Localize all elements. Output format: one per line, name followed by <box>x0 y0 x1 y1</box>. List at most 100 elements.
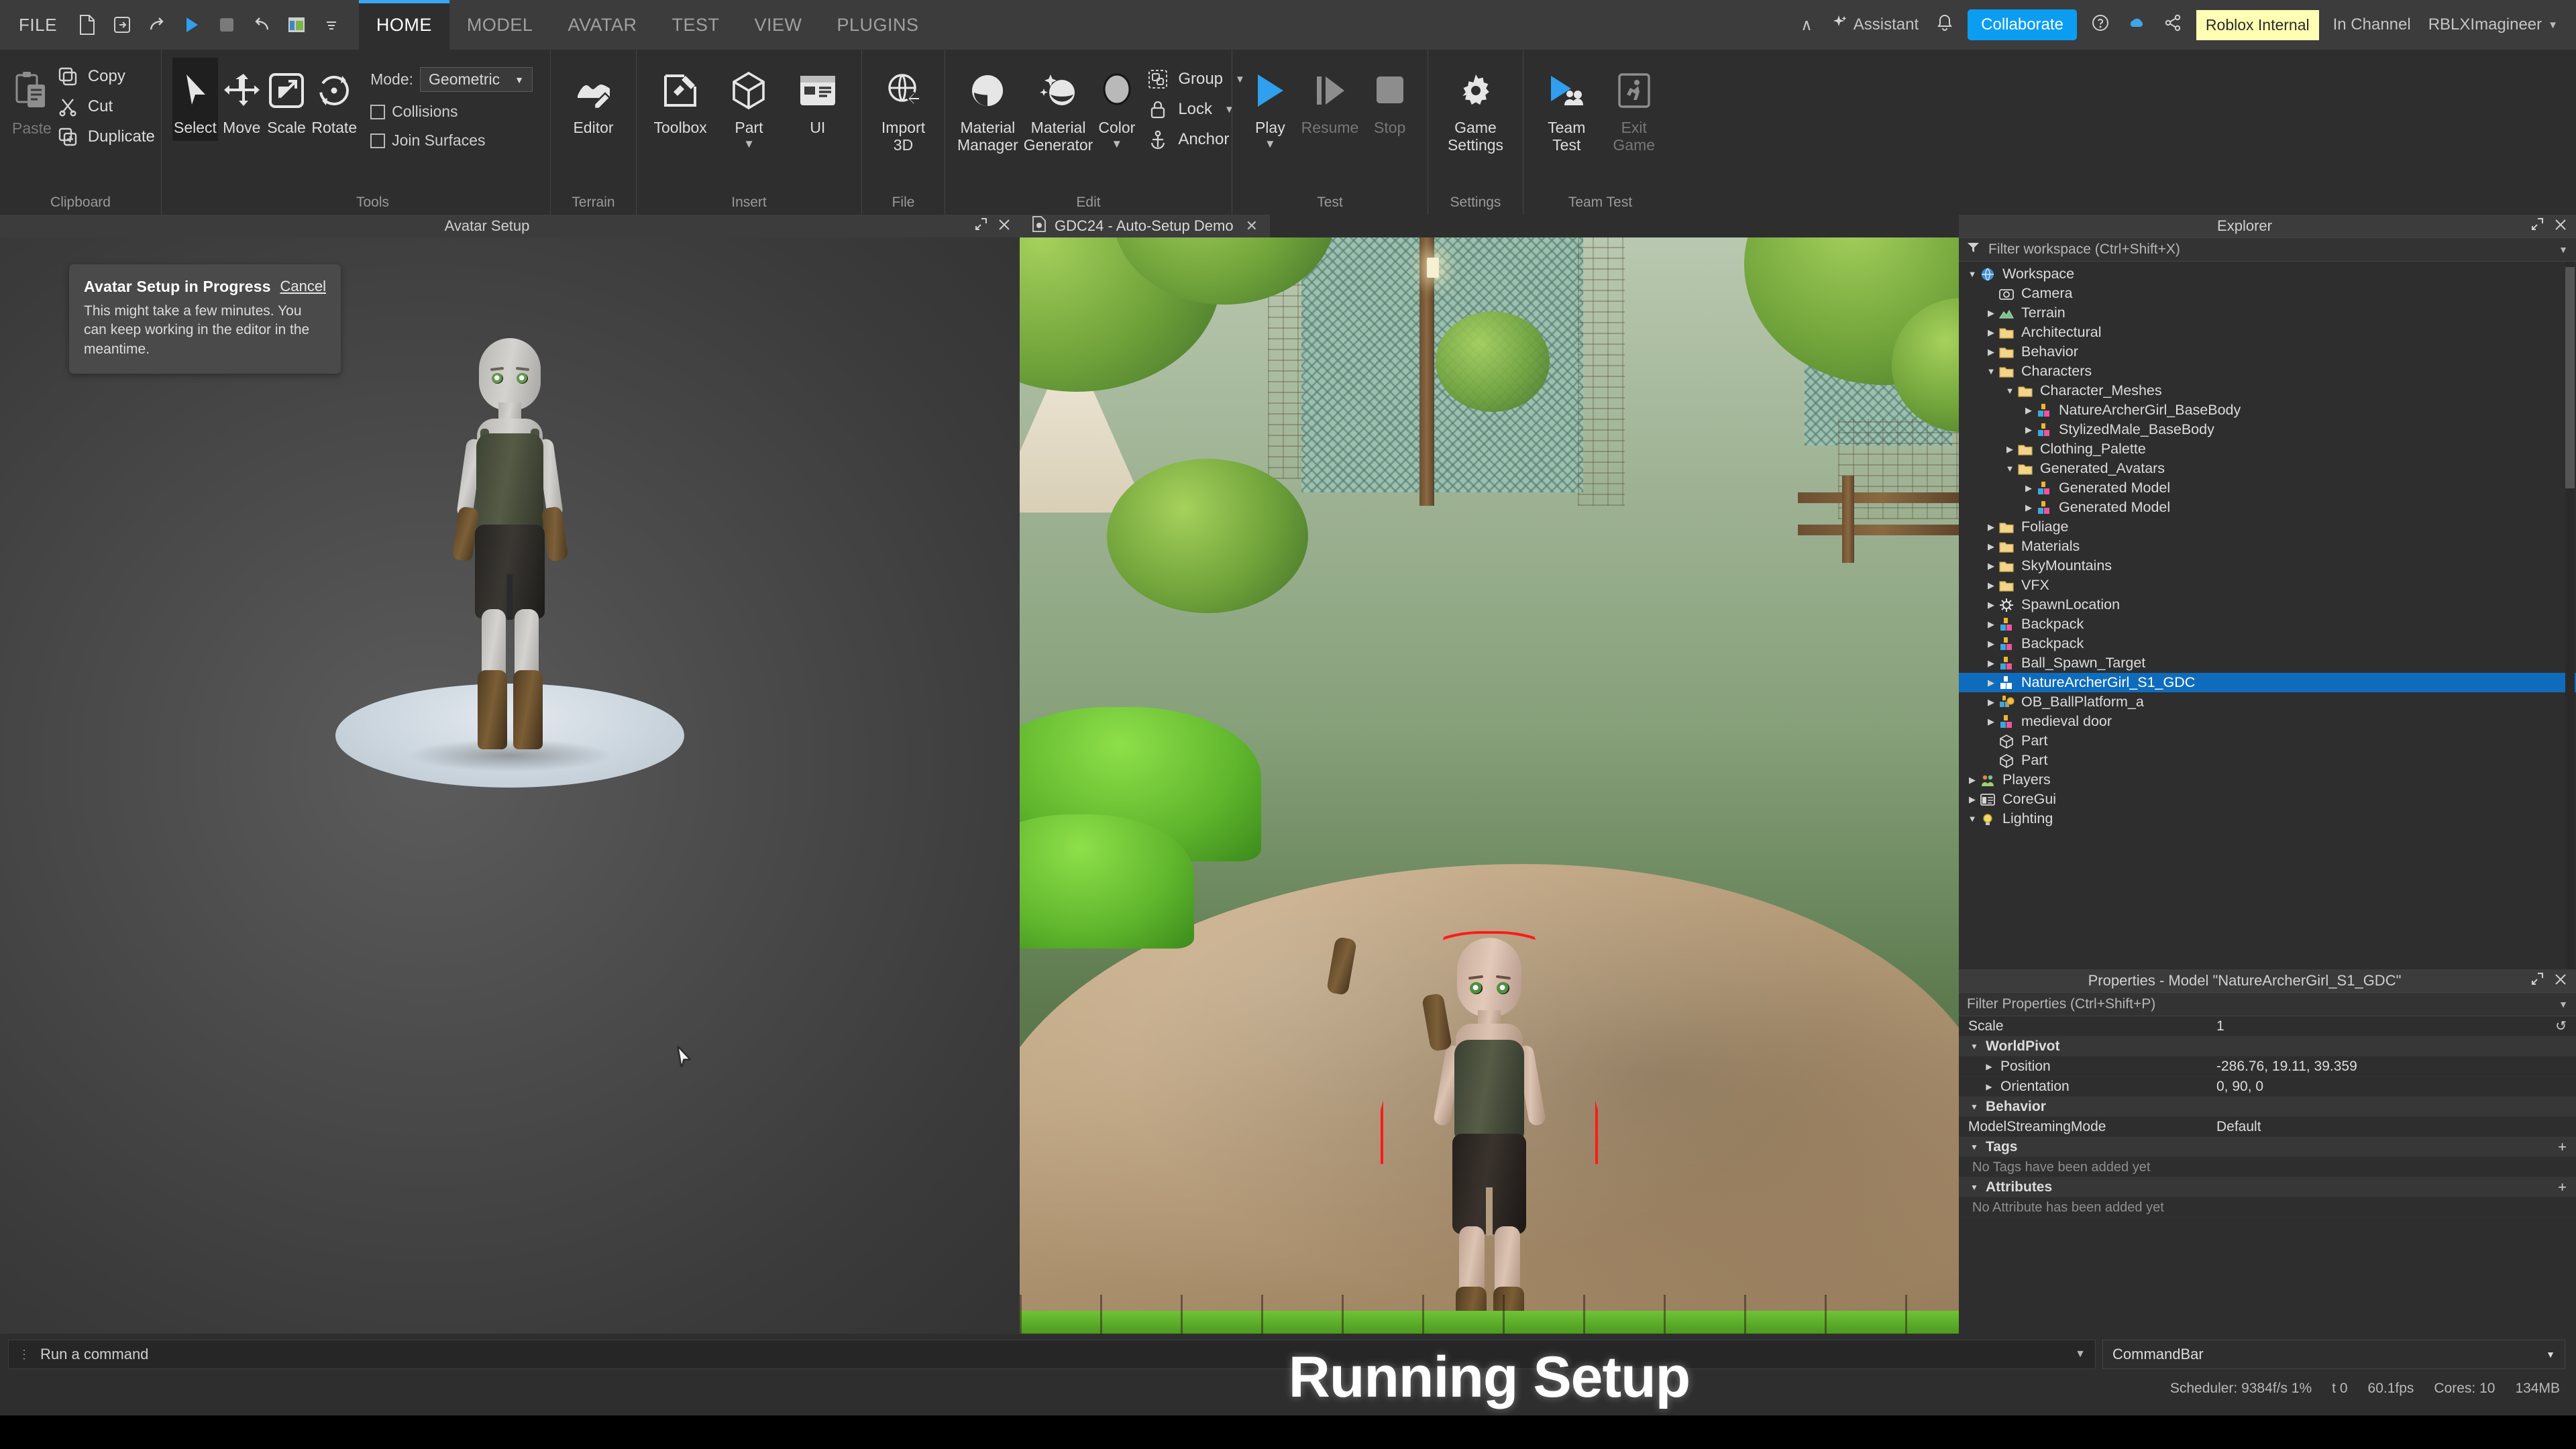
resume-button[interactable]: Resume <box>1300 58 1360 141</box>
explorer-tree-item[interactable]: ▶Part <box>1959 751 2576 770</box>
drag-handle-icon[interactable]: ⋮ <box>18 1348 31 1362</box>
command-bar-context-select[interactable]: CommandBar ▼ <box>2102 1340 2565 1369</box>
explorer-tree-item[interactable]: ▶ CoreGui <box>1959 790 2576 809</box>
chevron-down-icon[interactable]: ▼ <box>743 138 755 150</box>
chevron-right-icon[interactable]: ▶ <box>1984 327 1998 338</box>
close-icon[interactable]: ✕ <box>1246 217 1258 235</box>
group-button[interactable]: Group ▼ <box>1146 67 1245 91</box>
properties-section-row[interactable]: ▼ Tags + <box>1959 1137 2576 1157</box>
material-generator-button[interactable]: Material Generator <box>1022 58 1095 158</box>
popout-icon[interactable] <box>974 217 987 235</box>
explorer-tree-item[interactable]: ▶ SkyMountains <box>1959 556 2576 576</box>
play-button[interactable]: Play ▼ <box>1243 58 1297 154</box>
chevron-right-icon[interactable]: ▶ <box>1984 522 1998 533</box>
rotate-tool-button[interactable]: Rotate <box>310 58 358 141</box>
chevron-down-icon[interactable]: ▼ <box>1966 814 1979 824</box>
collapse-ribbon-button[interactable]: ∧ <box>1792 15 1821 35</box>
lock-button[interactable]: Lock ▼ <box>1146 97 1245 121</box>
copy-button[interactable]: Copy <box>56 64 155 89</box>
explorer-tree-item[interactable]: ▶Camera <box>1959 284 2576 303</box>
properties-filter-input[interactable]: Filter Properties (Ctrl+Shift+P) <box>1967 996 2552 1012</box>
duplicate-button[interactable]: Duplicate <box>56 125 155 149</box>
chevron-right-icon[interactable]: ▶ <box>1984 716 1998 727</box>
chevron-right-icon[interactable]: ▶ <box>1966 775 1979 786</box>
explorer-tree-item[interactable]: ▶ VFX <box>1959 576 2576 595</box>
chevron-right-icon[interactable]: ▶ <box>1983 1082 1995 1091</box>
cut-button[interactable]: Cut <box>56 95 155 119</box>
cloud-button[interactable] <box>2118 14 2155 36</box>
ui-button[interactable]: UI <box>785 58 851 141</box>
chevron-right-icon[interactable]: ▶ <box>2022 502 2035 513</box>
chevron-right-icon[interactable]: ▶ <box>1984 678 1998 688</box>
explorer-tree-item[interactable]: ▶ Materials <box>1959 537 2576 556</box>
anchor-button[interactable]: Anchor <box>1146 127 1245 152</box>
properties-row-value[interactable]: -286.76, 19.11, 39.359 <box>2208 1059 2576 1075</box>
command-bar-input[interactable]: ⋮ Run a command ▼ <box>8 1340 2096 1369</box>
explorer-scrollbar-thumb[interactable] <box>2565 267 2575 488</box>
avatar-preview-viewport[interactable]: Avatar Setup in Progress Cancel This mig… <box>0 237 1020 1334</box>
part-button[interactable]: Part ▼ <box>716 58 782 154</box>
explorer-tree-item[interactable]: ▼ Lighting <box>1959 809 2576 828</box>
explorer-tree-item[interactable]: ▶ Behavior <box>1959 342 2576 362</box>
file-menu-button[interactable]: FILE <box>0 15 72 36</box>
chevron-right-icon[interactable]: ▶ <box>1983 1062 1995 1071</box>
properties-row[interactable]: ModelStreamingMode Default <box>1959 1117 2576 1137</box>
notifications-button[interactable] <box>1927 13 1962 37</box>
toolbox-button[interactable]: Toolbox <box>647 58 713 141</box>
assistant-button[interactable]: Assistant <box>1821 14 1927 36</box>
export-icon[interactable] <box>107 9 138 40</box>
chevron-down-icon[interactable]: ▼ <box>1968 1142 1980 1152</box>
explorer-tree-item[interactable]: ▶ OB_BallPlatform_a <box>1959 692 2576 712</box>
add-icon[interactable]: + <box>2558 1179 2576 1196</box>
explorer-tree-item[interactable]: ▶ Players <box>1959 770 2576 790</box>
properties-list[interactable]: Scale 1 ↺ ▼ WorldPivot ▶ Position -286.76, 19.1… <box>1959 1016 2576 1334</box>
chevron-right-icon[interactable]: ▶ <box>1984 308 1998 319</box>
properties-filter-bar[interactable]: Filter Properties (Ctrl+Shift+P) ▼ <box>1959 992 2576 1016</box>
explorer-tree-item[interactable]: ▶ SpawnLocation <box>1959 595 2576 614</box>
terrain-editor-button[interactable]: Editor <box>561 58 625 141</box>
close-icon[interactable] <box>2555 217 2567 235</box>
add-icon[interactable]: + <box>2558 1138 2576 1156</box>
studio-window-icon[interactable] <box>281 9 312 40</box>
explorer-tree-item[interactable]: ▼ Characters <box>1959 362 2576 381</box>
explorer-tree-item[interactable]: ▶ Backpack <box>1959 634 2576 653</box>
explorer-tree-item[interactable]: ▶ Generated Model <box>1959 478 2576 498</box>
chevron-right-icon[interactable]: ▶ <box>2003 444 2017 455</box>
explorer-tree-item[interactable]: ▶ Ball_Spawn_Target <box>1959 653 2576 673</box>
explorer-tree-item[interactable]: ▶ NatureArcherGirl_S1_GDC <box>1959 673 2576 692</box>
chevron-right-icon[interactable]: ▶ <box>2022 425 2035 435</box>
properties-row-value[interactable]: 0, 90, 0 <box>2208 1079 2576 1095</box>
explorer-tree-item[interactable]: ▶ medieval door <box>1959 712 2576 731</box>
explorer-tree-item[interactable]: ▶ Generated Model <box>1959 498 2576 517</box>
chevron-down-icon[interactable]: ▼ <box>2559 244 2568 255</box>
chevron-right-icon[interactable]: ▶ <box>1984 600 1998 610</box>
tab-plugins[interactable]: PLUGINS <box>820 0 936 50</box>
stop-button[interactable]: Stop <box>1362 58 1417 141</box>
chevron-right-icon[interactable]: ▶ <box>1984 541 1998 552</box>
setup-cancel-link[interactable]: Cancel <box>280 278 326 295</box>
chevron-down-icon[interactable]: ▼ <box>2003 386 2017 396</box>
chevron-down-icon[interactable]: ▼ <box>1968 1183 1980 1192</box>
explorer-tree-item[interactable]: ▼ Character_Meshes <box>1959 381 2576 400</box>
move-tool-button[interactable]: Move <box>221 58 263 141</box>
properties-row[interactable]: ▶ Position -286.76, 19.11, 39.359 <box>1959 1057 2576 1077</box>
chevron-right-icon[interactable]: ▶ <box>1984 658 1998 669</box>
color-button[interactable]: Color ▼ <box>1097 58 1136 154</box>
chevron-down-icon[interactable]: ▼ <box>1966 269 1979 279</box>
team-test-button[interactable]: Team Test <box>1534 58 1599 158</box>
user-menu-button[interactable]: RBLXImagineer ▼ <box>2420 15 2567 34</box>
explorer-filter-input[interactable]: Filter workspace (Ctrl+Shift+X) <box>1988 241 2552 258</box>
chevron-right-icon[interactable]: ▶ <box>1984 561 1998 572</box>
collaborate-button[interactable]: Collaborate <box>1968 9 2077 40</box>
collisions-checkbox[interactable]: Collisions <box>370 103 533 121</box>
properties-row[interactable]: Scale 1 ↺ <box>1959 1016 2576 1036</box>
explorer-tree-item[interactable]: ▶ Architectural <box>1959 323 2576 342</box>
chevron-right-icon[interactable]: ▶ <box>2022 405 2035 416</box>
viewport-3d-scene[interactable] <box>1020 237 1959 1334</box>
explorer-tree-item[interactable]: ▼ Generated_Avatars <box>1959 459 2576 478</box>
explorer-tree-item[interactable]: ▶ NatureArcherGirl_BaseBody <box>1959 400 2576 420</box>
tab-view[interactable]: VIEW <box>737 0 819 50</box>
properties-section-row[interactable]: ▼ Attributes + <box>1959 1177 2576 1197</box>
tab-home[interactable]: HOME <box>358 0 449 50</box>
properties-row-value[interactable]: Default <box>2208 1119 2576 1135</box>
